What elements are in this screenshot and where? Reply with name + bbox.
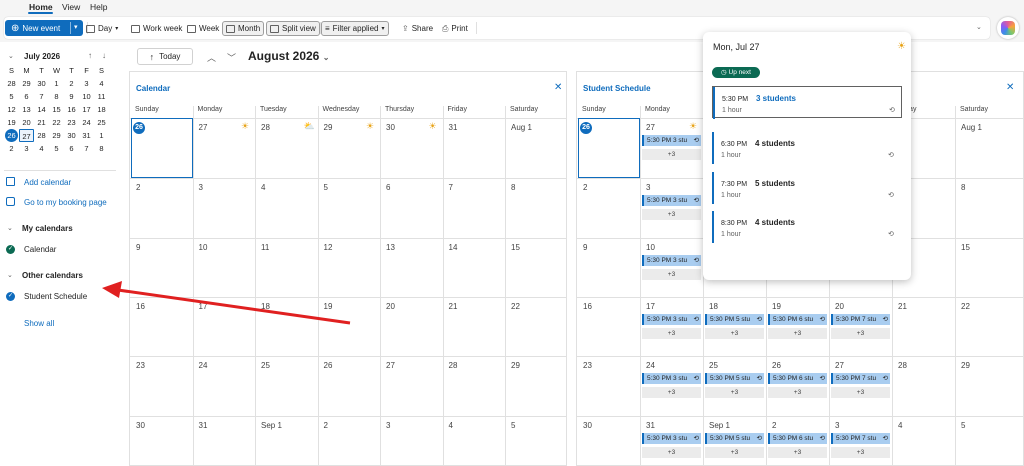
arrow-line — [117, 288, 351, 325]
annotation-arrow — [102, 281, 351, 325]
arrow-head — [102, 281, 122, 298]
